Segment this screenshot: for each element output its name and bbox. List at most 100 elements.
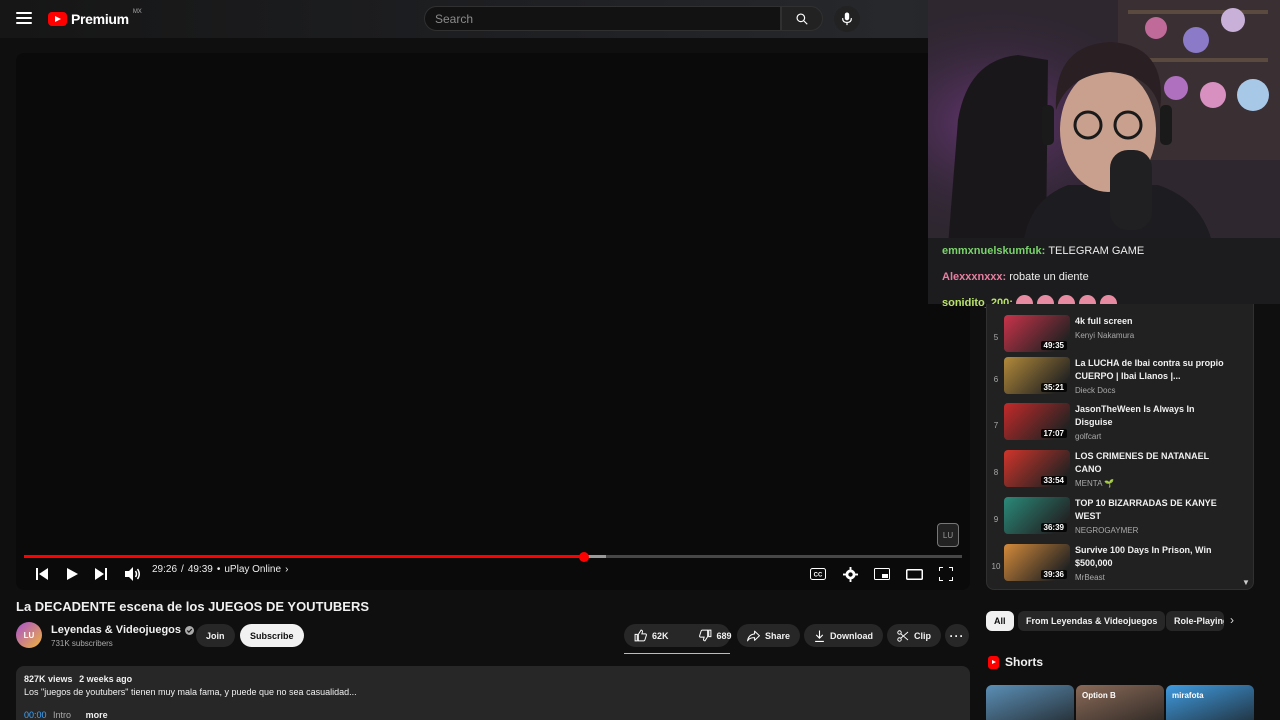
short-thumbnail[interactable]: mirafota: [1166, 685, 1254, 720]
youtube-play-icon: [48, 12, 67, 26]
chat-text: TELEGRAM GAME: [1048, 245, 1145, 257]
captions-button[interactable]: CC: [808, 563, 828, 585]
volume-icon: [125, 567, 140, 581]
play-icon: [66, 568, 78, 580]
more-actions-button[interactable]: ···: [945, 624, 969, 647]
playlist-index: 10: [991, 562, 1001, 571]
chevron-right-icon[interactable]: ›: [285, 564, 288, 575]
more-link[interactable]: more: [86, 710, 108, 720]
playlist-video-title[interactable]: La LUCHA de Ibai contra su propio CUERPO…: [1075, 357, 1225, 383]
miniplayer-button[interactable]: [872, 563, 892, 585]
playlist-item[interactable]: 6 35:21 La LUCHA de Ibai contra su propio …: [987, 357, 1253, 403]
description-meta: 827K views 2 weeks ago: [24, 674, 962, 684]
playlist-video-title[interactable]: TOP 10 BIZARRADAS DE KANYE WEST: [1075, 497, 1225, 523]
playlist-index: 9: [993, 515, 999, 524]
join-button[interactable]: Join: [196, 624, 235, 647]
fullscreen-icon: [939, 567, 953, 581]
chat-username: Alexxxnxxx:: [942, 271, 1007, 283]
channel-watermark[interactable]: LU: [937, 523, 959, 547]
playlist-index: 7: [993, 421, 999, 430]
video-duration: 17:07: [1040, 429, 1067, 438]
download-icon: [815, 630, 824, 642]
streamer-webcam-image: [928, 0, 1280, 246]
like-button[interactable]: 62K: [624, 624, 679, 647]
search-icon: [796, 12, 808, 25]
channel-avatar[interactable]: LU: [16, 622, 42, 648]
chip-all[interactable]: All: [986, 611, 1014, 631]
share-label: Share: [765, 630, 791, 641]
fullscreen-button[interactable]: [936, 563, 956, 585]
playlist-index: 5: [993, 333, 999, 342]
subscribe-button[interactable]: Subscribe: [240, 624, 304, 647]
play-button[interactable]: [62, 563, 82, 585]
menu-icon[interactable]: [16, 12, 32, 24]
description-box[interactable]: 827K views 2 weeks ago Los "juegos de yo…: [16, 666, 970, 720]
video-thumbnail[interactable]: 35:21: [1004, 357, 1070, 394]
chapter-timestamp[interactable]: 00:00: [24, 710, 47, 720]
shorts-icon: [988, 655, 999, 669]
miniplayer-icon: [874, 568, 890, 580]
chat-message: Alexxxnxxx: robate un diente: [942, 264, 1266, 290]
channel-name[interactable]: Leyendas & Videojuegos: [51, 624, 181, 636]
dislike-button[interactable]: 689: [689, 624, 742, 647]
chapter-title[interactable]: uPlay Online: [224, 564, 281, 575]
video-player[interactable]: LU 29:26 / 49:39 • uPlay Online › CC: [16, 53, 970, 590]
voice-search-button[interactable]: [834, 6, 860, 32]
download-button[interactable]: Download: [804, 624, 883, 647]
video-duration: 39:36: [1040, 570, 1067, 579]
playlist-index: 8: [993, 468, 999, 477]
short-thumbnail[interactable]: [986, 685, 1074, 720]
time-display: 29:26 / 49:39 • uPlay Online ›: [152, 564, 288, 575]
video-thumbnail[interactable]: 17:07: [1004, 403, 1070, 440]
mute-button[interactable]: [122, 563, 144, 585]
svg-text:CC: CC: [814, 573, 823, 579]
youtube-premium-logo[interactable]: Premium MX: [48, 9, 142, 27]
gear-icon: [842, 566, 858, 582]
playlist-item[interactable]: 9 36:39 TOP 10 BIZARRADAS DE KANYE WEST NEG…: [987, 497, 1253, 543]
progress-scrubber[interactable]: [578, 551, 589, 562]
chevron-right-icon[interactable]: ›: [1230, 613, 1234, 627]
search-button[interactable]: [781, 6, 823, 31]
brand-name: Premium: [71, 11, 129, 27]
short-overlay-text: mirafota: [1172, 691, 1204, 700]
playlist-video-title[interactable]: Survive 100 Days In Prison, Win $500,000: [1075, 544, 1225, 570]
video-thumbnail[interactable]: 33:54: [1004, 450, 1070, 487]
chip-role-playing[interactable]: Role-Playing: [1166, 611, 1224, 631]
download-label: Download: [830, 630, 873, 641]
playlist-item[interactable]: 8 33:54 LOS CRIMENES DE NATANAEL CANO MENTA…: [987, 450, 1253, 496]
search-input[interactable]: [424, 6, 781, 31]
country-code: MX: [132, 9, 142, 15]
video-thumbnail[interactable]: 49:35: [1004, 315, 1070, 352]
closed-captions-icon: CC: [810, 568, 826, 580]
playlist-item[interactable]: 7 17:07 JasonTheWeen Is Always In Disguise…: [987, 403, 1253, 449]
playlist-video-title[interactable]: JasonTheWeen Is Always In Disguise: [1075, 403, 1225, 429]
playlist-item[interactable]: 5 49:35 4k full screen Kenyi Nakamura: [987, 315, 1253, 361]
next-button[interactable]: [91, 563, 111, 585]
chat-username: emmxnuelskumfuk:: [942, 245, 1046, 257]
video-title: La DECADENTE escena de los JUEGOS DE YOU…: [16, 599, 370, 614]
progress-played: [24, 555, 584, 558]
shorts-header: Shorts: [988, 655, 1043, 669]
chevron-down-icon[interactable]: ▼: [1242, 578, 1250, 587]
video-thumbnail[interactable]: 36:39: [1004, 497, 1070, 534]
progress-bar[interactable]: [24, 551, 962, 562]
playlist-video-title[interactable]: 4k full screen: [1075, 315, 1225, 328]
theater-mode-button[interactable]: [904, 563, 924, 585]
playlist-index: 6: [993, 375, 999, 384]
previous-button[interactable]: [32, 563, 52, 585]
playlist-video-title[interactable]: LOS CRIMENES DE NATANAEL CANO: [1075, 450, 1225, 476]
settings-button[interactable]: [840, 563, 860, 585]
share-button[interactable]: Share: [737, 624, 801, 647]
playlist-item[interactable]: 10 39:36 Survive 100 Days In Prison, Win $…: [987, 544, 1253, 589]
video-duration: 33:54: [1040, 476, 1067, 485]
video-thumbnail[interactable]: 39:36: [1004, 544, 1070, 581]
chat-text: robate un diente: [1009, 271, 1089, 283]
skip-previous-icon: [36, 568, 48, 580]
clip-button[interactable]: Clip: [887, 624, 941, 647]
video-duration: 49:35: [1040, 341, 1067, 350]
dislike-count: 689: [716, 630, 732, 641]
playlist-channel: MENTA 🌱: [1075, 479, 1115, 488]
short-thumbnail[interactable]: Option B: [1076, 685, 1164, 720]
time-current: 29:26: [152, 564, 178, 575]
chip-from-channel[interactable]: From Leyendas & Videojuegos: [1018, 611, 1166, 631]
